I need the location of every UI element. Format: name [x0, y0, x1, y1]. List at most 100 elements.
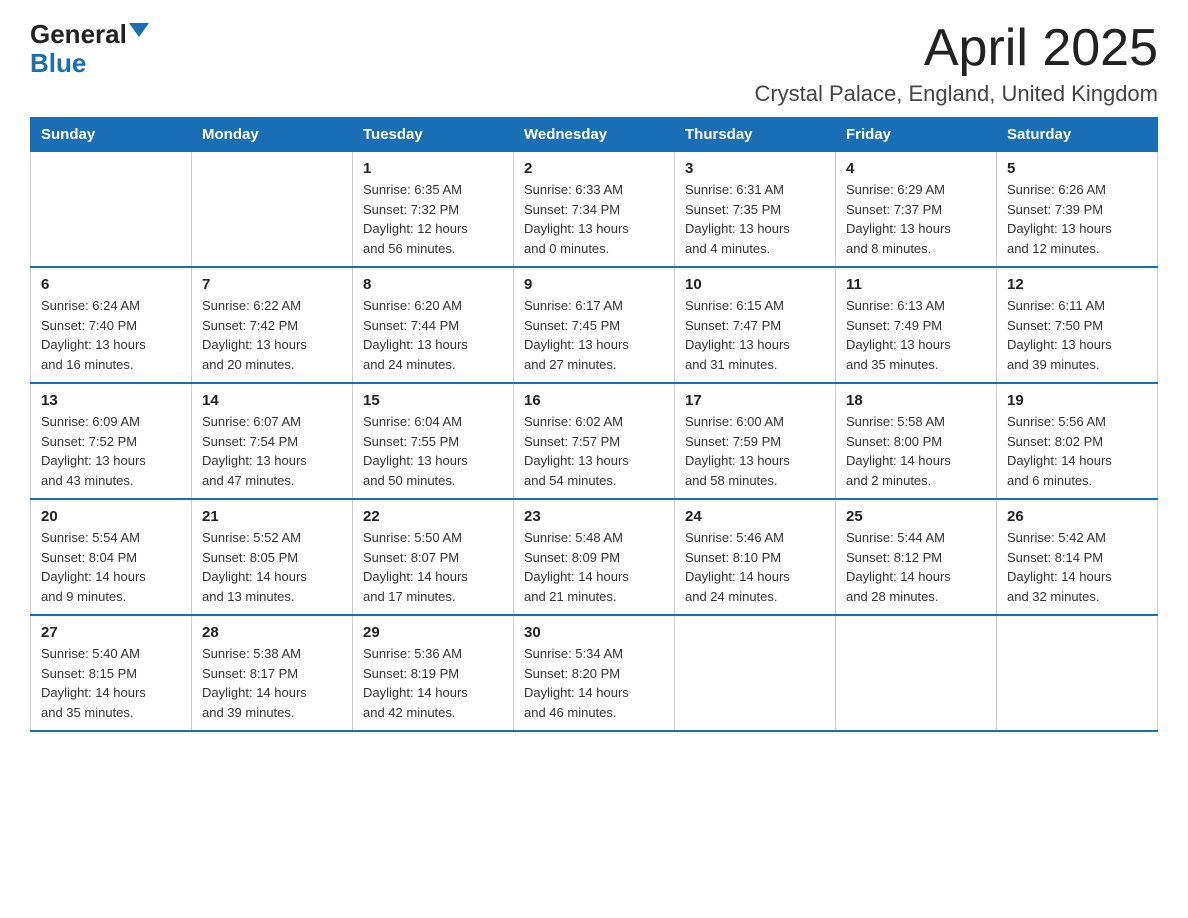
calendar-cell: 15 Sunrise: 6:04 AMSunset: 7:55 PMDayligh…	[353, 383, 514, 499]
logo-blue: Blue	[30, 49, 86, 78]
logo-general: General	[30, 20, 127, 49]
calendar-cell	[836, 615, 997, 731]
day-number: 22	[363, 508, 503, 525]
calendar-cell: 13 Sunrise: 6:09 AMSunset: 7:52 PMDayligh…	[31, 383, 192, 499]
calendar-cell: 1 Sunrise: 6:35 AMSunset: 7:32 PMDaylight…	[353, 152, 514, 268]
day-number: 14	[202, 392, 342, 409]
calendar-cell: 12 Sunrise: 6:11 AMSunset: 7:50 PMDayligh…	[997, 267, 1158, 383]
calendar-cell	[31, 152, 192, 268]
day-number: 5	[1007, 160, 1147, 177]
calendar-cell	[192, 152, 353, 268]
day-number: 3	[685, 160, 825, 177]
day-info: Sunrise: 5:50 AMSunset: 8:07 PMDaylight:…	[363, 528, 503, 606]
day-info: Sunrise: 5:36 AMSunset: 8:19 PMDaylight:…	[363, 644, 503, 722]
page-header: General Blue April 2025 Crystal Palace, …	[30, 20, 1158, 107]
day-info: Sunrise: 5:56 AMSunset: 8:02 PMDaylight:…	[1007, 412, 1147, 490]
day-info: Sunrise: 6:15 AMSunset: 7:47 PMDaylight:…	[685, 296, 825, 374]
day-number: 4	[846, 160, 986, 177]
day-info: Sunrise: 5:48 AMSunset: 8:09 PMDaylight:…	[524, 528, 664, 606]
day-info: Sunrise: 6:04 AMSunset: 7:55 PMDaylight:…	[363, 412, 503, 490]
calendar-table: SundayMondayTuesdayWednesdayThursdayFrid…	[30, 117, 1158, 732]
day-number: 2	[524, 160, 664, 177]
day-info: Sunrise: 5:40 AMSunset: 8:15 PMDaylight:…	[41, 644, 181, 722]
calendar-body: 1 Sunrise: 6:35 AMSunset: 7:32 PMDaylight…	[31, 152, 1158, 732]
day-number: 23	[524, 508, 664, 525]
day-info: Sunrise: 5:42 AMSunset: 8:14 PMDaylight:…	[1007, 528, 1147, 606]
day-number: 6	[41, 276, 181, 293]
day-number: 26	[1007, 508, 1147, 525]
day-info: Sunrise: 6:00 AMSunset: 7:59 PMDaylight:…	[685, 412, 825, 490]
day-number: 21	[202, 508, 342, 525]
day-info: Sunrise: 6:29 AMSunset: 7:37 PMDaylight:…	[846, 180, 986, 258]
calendar-cell: 18 Sunrise: 5:58 AMSunset: 8:00 PMDayligh…	[836, 383, 997, 499]
day-number: 20	[41, 508, 181, 525]
header-cell-thursday: Thursday	[675, 118, 836, 152]
day-number: 11	[846, 276, 986, 293]
day-number: 17	[685, 392, 825, 409]
day-number: 19	[1007, 392, 1147, 409]
day-info: Sunrise: 6:22 AMSunset: 7:42 PMDaylight:…	[202, 296, 342, 374]
day-number: 18	[846, 392, 986, 409]
calendar-week-3: 13 Sunrise: 6:09 AMSunset: 7:52 PMDayligh…	[31, 383, 1158, 499]
day-number: 24	[685, 508, 825, 525]
calendar-week-2: 6 Sunrise: 6:24 AMSunset: 7:40 PMDaylight…	[31, 267, 1158, 383]
day-info: Sunrise: 6:11 AMSunset: 7:50 PMDaylight:…	[1007, 296, 1147, 374]
calendar-cell: 24Sunrise: 5:46 AMSunset: 8:10 PMDayligh…	[675, 499, 836, 615]
header-row: SundayMondayTuesdayWednesdayThursdayFrid…	[31, 118, 1158, 152]
day-number: 16	[524, 392, 664, 409]
day-info: Sunrise: 5:58 AMSunset: 8:00 PMDaylight:…	[846, 412, 986, 490]
day-number: 29	[363, 624, 503, 641]
calendar-cell: 17 Sunrise: 6:00 AMSunset: 7:59 PMDayligh…	[675, 383, 836, 499]
day-info: Sunrise: 5:34 AMSunset: 8:20 PMDaylight:…	[524, 644, 664, 722]
calendar-cell: 30Sunrise: 5:34 AMSunset: 8:20 PMDayligh…	[514, 615, 675, 731]
day-number: 9	[524, 276, 664, 293]
calendar-cell: 9 Sunrise: 6:17 AMSunset: 7:45 PMDaylight…	[514, 267, 675, 383]
header-cell-monday: Monday	[192, 118, 353, 152]
header-cell-saturday: Saturday	[997, 118, 1158, 152]
day-number: 25	[846, 508, 986, 525]
day-info: Sunrise: 5:52 AMSunset: 8:05 PMDaylight:…	[202, 528, 342, 606]
calendar-cell: 3 Sunrise: 6:31 AMSunset: 7:35 PMDaylight…	[675, 152, 836, 268]
day-number: 15	[363, 392, 503, 409]
calendar-cell: 22 Sunrise: 5:50 AMSunset: 8:07 PMDayligh…	[353, 499, 514, 615]
day-info: Sunrise: 5:38 AMSunset: 8:17 PMDaylight:…	[202, 644, 342, 722]
calendar-cell: 7 Sunrise: 6:22 AMSunset: 7:42 PMDaylight…	[192, 267, 353, 383]
header-cell-friday: Friday	[836, 118, 997, 152]
calendar-cell: 2Sunrise: 6:33 AMSunset: 7:34 PMDaylight…	[514, 152, 675, 268]
day-info: Sunrise: 6:31 AMSunset: 7:35 PMDaylight:…	[685, 180, 825, 258]
day-number: 10	[685, 276, 825, 293]
day-info: Sunrise: 5:44 AMSunset: 8:12 PMDaylight:…	[846, 528, 986, 606]
calendar-cell: 5 Sunrise: 6:26 AMSunset: 7:39 PMDaylight…	[997, 152, 1158, 268]
calendar-cell	[675, 615, 836, 731]
calendar-subtitle: Crystal Palace, England, United Kingdom	[754, 81, 1158, 107]
day-info: Sunrise: 6:07 AMSunset: 7:54 PMDaylight:…	[202, 412, 342, 490]
day-number: 12	[1007, 276, 1147, 293]
calendar-cell: 29 Sunrise: 5:36 AMSunset: 8:19 PMDayligh…	[353, 615, 514, 731]
calendar-week-5: 27 Sunrise: 5:40 AMSunset: 8:15 PMDayligh…	[31, 615, 1158, 731]
day-number: 7	[202, 276, 342, 293]
calendar-cell: 28 Sunrise: 5:38 AMSunset: 8:17 PMDayligh…	[192, 615, 353, 731]
calendar-cell: 23 Sunrise: 5:48 AMSunset: 8:09 PMDayligh…	[514, 499, 675, 615]
day-number: 27	[41, 624, 181, 641]
calendar-cell: 10 Sunrise: 6:15 AMSunset: 7:47 PMDayligh…	[675, 267, 836, 383]
calendar-week-4: 20Sunrise: 5:54 AMSunset: 8:04 PMDayligh…	[31, 499, 1158, 615]
calendar-cell: 4 Sunrise: 6:29 AMSunset: 7:37 PMDaylight…	[836, 152, 997, 268]
calendar-cell: 26 Sunrise: 5:42 AMSunset: 8:14 PMDayligh…	[997, 499, 1158, 615]
day-number: 13	[41, 392, 181, 409]
day-info: Sunrise: 6:35 AMSunset: 7:32 PMDaylight:…	[363, 180, 503, 258]
day-number: 8	[363, 276, 503, 293]
logo-arrow-icon	[129, 23, 149, 37]
calendar-cell: 6 Sunrise: 6:24 AMSunset: 7:40 PMDaylight…	[31, 267, 192, 383]
day-info: Sunrise: 6:17 AMSunset: 7:45 PMDaylight:…	[524, 296, 664, 374]
calendar-cell: 8Sunrise: 6:20 AMSunset: 7:44 PMDaylight…	[353, 267, 514, 383]
day-info: Sunrise: 6:09 AMSunset: 7:52 PMDaylight:…	[41, 412, 181, 490]
day-number: 28	[202, 624, 342, 641]
calendar-week-1: 1 Sunrise: 6:35 AMSunset: 7:32 PMDaylight…	[31, 152, 1158, 268]
calendar-cell: 25 Sunrise: 5:44 AMSunset: 8:12 PMDayligh…	[836, 499, 997, 615]
calendar-cell	[997, 615, 1158, 731]
day-info: Sunrise: 6:26 AMSunset: 7:39 PMDaylight:…	[1007, 180, 1147, 258]
day-info: Sunrise: 6:13 AMSunset: 7:49 PMDaylight:…	[846, 296, 986, 374]
day-info: Sunrise: 6:24 AMSunset: 7:40 PMDaylight:…	[41, 296, 181, 374]
day-number: 1	[363, 160, 503, 177]
header-cell-wednesday: Wednesday	[514, 118, 675, 152]
